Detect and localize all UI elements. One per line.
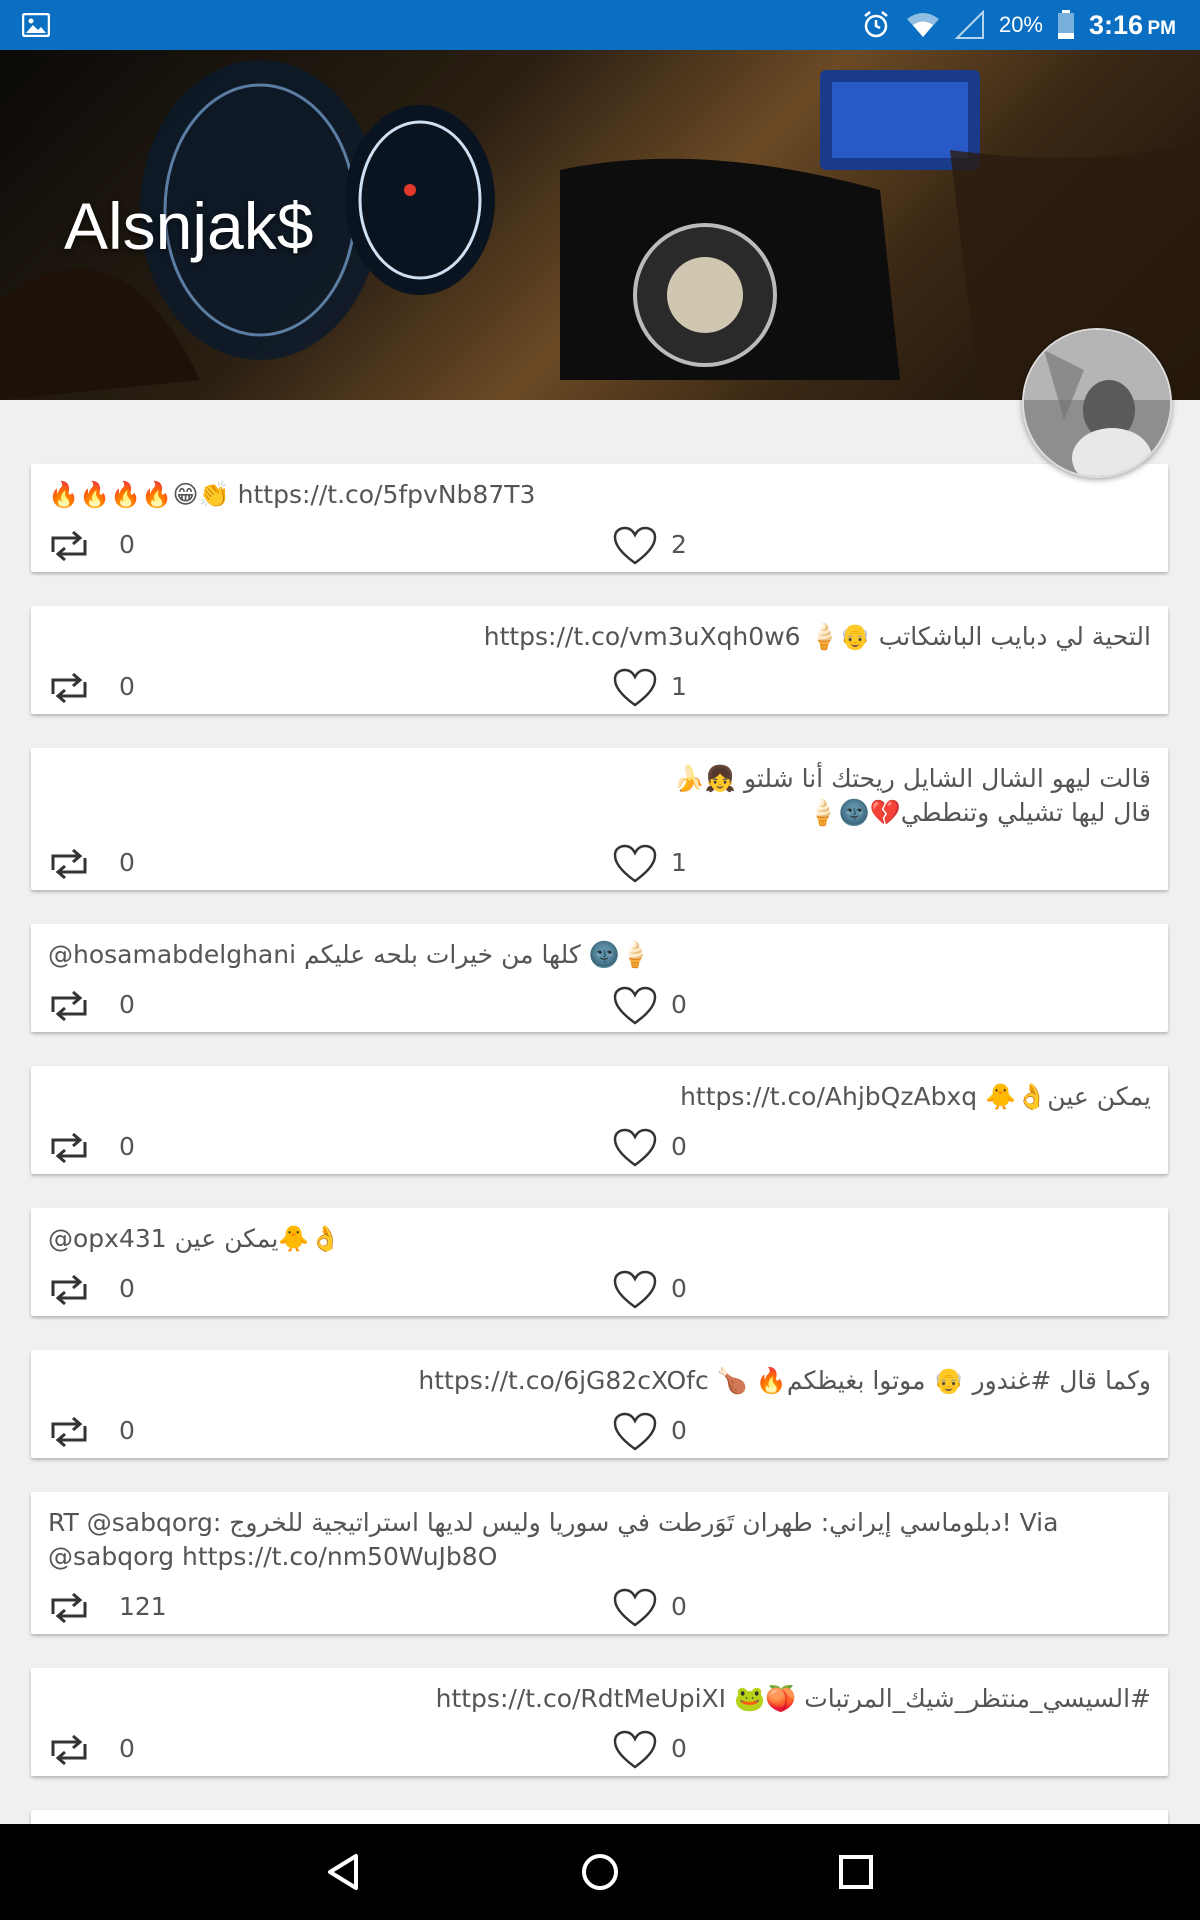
profile-avatar[interactable] (1022, 328, 1172, 478)
tweet-card[interactable]: قالت ليهو الشال الشايل ريحتك أنا شلتو 👧🍌… (31, 748, 1168, 890)
tweet-text: التحية لي دبايب الباشكاتب 👴🍦 https://t.c… (483, 622, 1151, 651)
tweet-text: 🔥🔥🔥🔥😁👏 https://t.co/5fpvNb87T3 (48, 480, 536, 509)
like-heart-icon[interactable] (613, 1270, 657, 1310)
retweet-icon[interactable] (47, 1274, 91, 1306)
like-heart-icon[interactable] (613, 1128, 657, 1168)
like-heart-icon[interactable] (613, 668, 657, 708)
retweet-icon[interactable] (47, 1734, 91, 1766)
tweet-actions: 121 0 (47, 1588, 1152, 1628)
retweet-icon[interactable] (47, 1132, 91, 1164)
battery-percent: 20% (998, 12, 1043, 37)
retweet-count: 0 (119, 530, 135, 559)
tweet-card[interactable]: RT @sabqorg: دبلوماسي إيراني: طهران تَوَ… (31, 1492, 1168, 1634)
clock-ampm: PM (1147, 17, 1177, 39)
like-heart-icon[interactable] (613, 844, 657, 884)
profile-header-banner: Alsnjak$ (0, 50, 1200, 400)
battery-icon (1058, 10, 1074, 39)
like-heart-icon[interactable] (613, 1588, 657, 1628)
tweet-actions: 0 1 (47, 668, 1152, 708)
signal-icon (954, 10, 984, 39)
status-bar: 20% 3:16 PM (0, 0, 1200, 50)
like-count: 0 (671, 1416, 687, 1445)
like-count: 0 (671, 1592, 687, 1621)
retweet-count: 0 (119, 672, 135, 701)
tweet-text: يمكن عين👌🐥 https://t.co/AhjbQzAbxq (680, 1082, 1151, 1111)
retweet-icon[interactable] (47, 848, 91, 880)
retweet-icon[interactable] (47, 672, 91, 704)
like-count: 1 (671, 848, 687, 877)
tweet-text: #السيسي_منتظر_شيك_المرتبات 🍑🐸 https://t.… (435, 1684, 1151, 1713)
retweet-icon[interactable] (47, 1592, 91, 1624)
alarm-icon (864, 11, 888, 38)
home-icon[interactable] (578, 1850, 622, 1894)
profile-name: Alsnjak$ (64, 189, 314, 263)
tweet-text: قالت ليهو الشال الشايل ريحتك أنا شلتو 👧🍌… (673, 764, 1151, 827)
tweet-card[interactable]: وكما قال #غندور 👴 موتوا بغيظكم🔥 🍗 https:… (31, 1350, 1168, 1458)
retweet-icon[interactable] (47, 1416, 91, 1448)
like-heart-icon[interactable] (613, 986, 657, 1026)
like-count: 0 (671, 990, 687, 1019)
retweet-icon[interactable] (47, 530, 91, 562)
tweet-actions: 0 0 (47, 1730, 1152, 1770)
like-heart-icon[interactable] (613, 526, 657, 566)
like-heart-icon[interactable] (613, 1412, 657, 1452)
tweet-actions: 0 0 (47, 1270, 1152, 1310)
tweet-card[interactable]: @hosamabdelghani كلها من خيرات بلحه عليك… (31, 924, 1168, 1032)
like-count: 0 (671, 1734, 687, 1763)
retweet-count: 0 (119, 1274, 135, 1303)
avatar-photo (1024, 330, 1170, 476)
like-count: 2 (671, 530, 687, 559)
tweet-card[interactable]: #السيسي_منتظر_شيك_المرتبات 🍑🐸 https://t.… (31, 1668, 1168, 1776)
tweet-actions: 0 1 (47, 844, 1152, 884)
retweet-count: 121 (119, 1592, 167, 1621)
retweet-count: 0 (119, 1132, 135, 1161)
tweet-actions: 0 0 (47, 1412, 1152, 1452)
tweet-card[interactable]: 🔥🔥🔥🔥😁👏 https://t.co/5fpvNb87T3 0 2 (31, 464, 1168, 572)
tweet-actions: 0 0 (47, 986, 1152, 1026)
recents-icon[interactable] (834, 1850, 878, 1894)
tweet-text: وكما قال #غندور 👴 موتوا بغيظكم🔥 🍗 https:… (418, 1366, 1151, 1395)
tweet-actions: 0 2 (47, 526, 1152, 566)
retweet-count: 0 (119, 1734, 135, 1763)
retweet-icon[interactable] (47, 990, 91, 1022)
retweet-count: 0 (119, 848, 135, 877)
tweet-card[interactable]: التحية لي دبايب الباشكاتب 👴🍦 https://t.c… (31, 606, 1168, 714)
tweet-text: RT @sabqorg: دبلوماسي إيراني: طهران تَوَ… (48, 1508, 1059, 1571)
retweet-count: 0 (119, 990, 135, 1019)
tweet-actions: 0 0 (47, 1128, 1152, 1168)
like-count: 1 (671, 672, 687, 701)
tweet-card[interactable]: يمكن عين👌🐥 https://t.co/AhjbQzAbxq 0 0 (31, 1066, 1168, 1174)
clock: 3:16 PM (1089, 10, 1176, 41)
system-nav-bar (0, 1824, 1200, 1920)
clock-time: 3:16 (1089, 9, 1144, 40)
back-icon[interactable] (322, 1850, 366, 1894)
like-count: 0 (671, 1274, 687, 1303)
gallery-icon (22, 13, 50, 37)
wifi-icon (906, 13, 939, 37)
like-count: 0 (671, 1132, 687, 1161)
like-heart-icon[interactable] (613, 1730, 657, 1770)
tweet-text: @opx431 يمكن عين🐥👌 (48, 1224, 341, 1253)
tweet-card[interactable]: @opx431 يمكن عين🐥👌 0 0 (31, 1208, 1168, 1316)
tweet-text: @hosamabdelghani كلها من خيرات بلحه عليك… (48, 940, 651, 969)
retweet-count: 0 (119, 1416, 135, 1445)
